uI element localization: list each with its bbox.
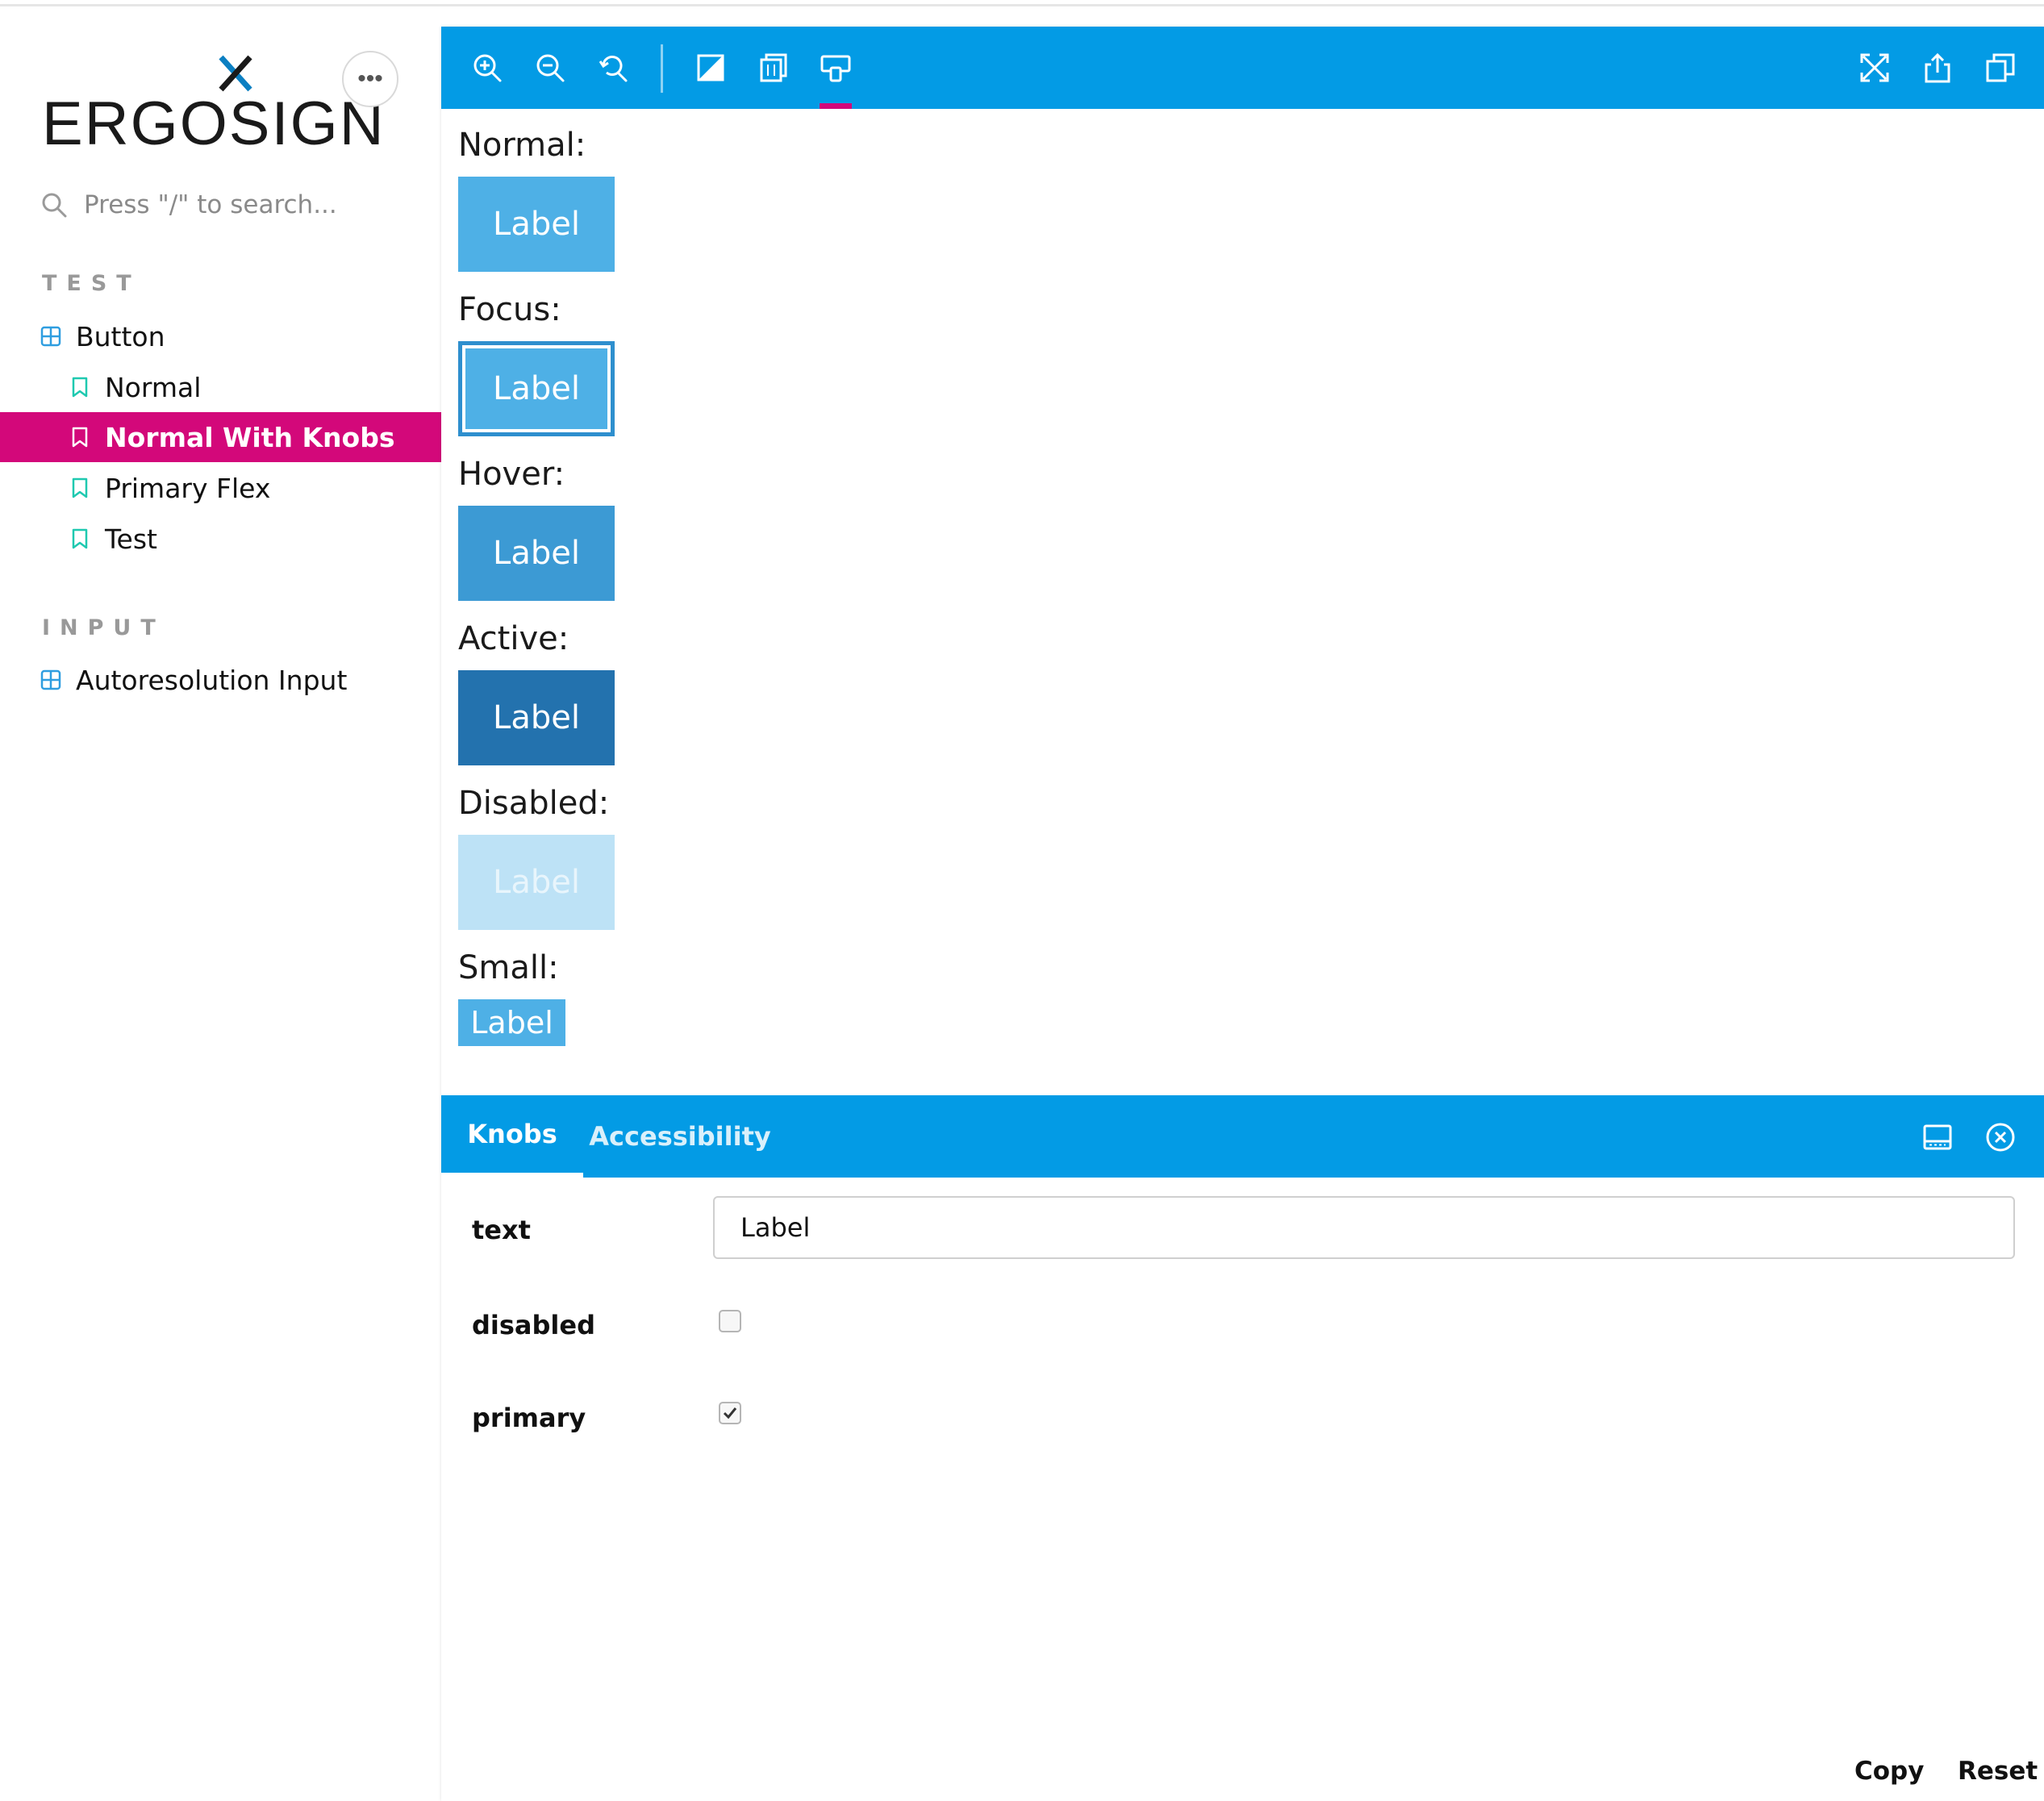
reset-zoom-icon[interactable] [597,52,629,84]
preview-toolbar [441,27,2044,109]
sidebar-item-autoresolution-input[interactable]: Autoresolution Input [0,655,441,705]
demo-button-active[interactable]: Label [458,670,615,765]
section-title-input: INPUT [42,615,165,640]
bookmark-icon [72,528,88,549]
sidebar-item-label: Button [76,320,165,352]
sidebar-item-label: Normal With Knobs [105,421,395,453]
sidebar-item-label: Normal [105,371,202,403]
window-top-border [0,0,2044,6]
demo-button-small[interactable]: Label [458,999,565,1046]
state-label-normal: Normal: [458,127,586,164]
demo-button-disabled: Label [458,835,615,930]
state-label-focus: Focus: [458,291,561,328]
close-panel-icon[interactable] [1985,1122,2016,1153]
component-grid-icon [40,669,61,690]
active-tool-indicator [820,103,852,109]
addons-tab-bar: Knobs Accessibility [441,1095,2044,1178]
demo-button-normal[interactable]: Label [458,177,615,272]
viewport-icon[interactable] [820,52,852,84]
grid-icon[interactable] [757,52,790,84]
main-panel: Normal: Label Focus: Label Hover: Label … [441,27,2044,1801]
search-bar [40,182,411,227]
state-label-hover: Hover: [458,456,565,493]
component-grid-icon [40,326,61,347]
toolbar-divider [661,44,663,93]
knob-disabled-checkbox[interactable] [719,1310,741,1332]
sidebar-item-primary-flex[interactable]: Primary Flex [0,463,441,513]
bookmark-icon [72,377,88,398]
sidebar-item-label: Test [105,523,157,555]
reset-button[interactable]: Reset [1958,1757,2038,1786]
sidebar-item-label: Primary Flex [105,472,271,504]
knob-primary-checkbox[interactable] [719,1402,741,1424]
state-label-active: Active: [458,620,569,657]
more-options-button[interactable]: ••• [342,51,398,107]
tab-accessibility[interactable]: Accessibility [583,1095,777,1178]
checkmark-icon [723,1407,737,1420]
sidebar-item-label: Autoresolution Input [76,664,348,696]
addons-panel: Knobs Accessibility text disabled primar… [441,1095,2044,1801]
tab-knobs[interactable]: Knobs [441,1095,583,1178]
storybook-app: ERGOSIGN ••• TEST Button Normal [0,0,2044,1801]
demo-button-focus[interactable]: Label [458,341,615,436]
demo-button-hover[interactable]: Label [458,506,615,601]
knob-label-disabled: disabled [472,1310,595,1340]
fullscreen-icon[interactable] [1858,52,1891,84]
knob-text-field[interactable] [713,1196,2015,1259]
zoom-in-icon[interactable] [471,52,503,84]
copy-link-icon[interactable] [1984,52,2017,84]
knob-label-primary: primary [472,1403,586,1433]
logo-wordmark: ERGOSIGN [42,90,386,158]
bookmark-icon [72,477,88,498]
section-title-test: TEST [42,271,141,296]
state-label-disabled: Disabled: [458,785,610,822]
bookmark-icon [72,427,88,448]
knob-label-text: text [472,1215,531,1245]
story-preview: Normal: Label Focus: Label Hover: Label … [441,109,2044,1095]
sidebar: ERGOSIGN ••• TEST Button Normal [0,9,441,1801]
sidebar-item-normal[interactable]: Normal [0,362,441,412]
panel-orientation-icon[interactable] [1922,1122,1953,1153]
search-icon [42,193,67,218]
sidebar-item-normal-with-knobs[interactable]: Normal With Knobs [0,412,441,462]
search-input[interactable] [82,190,408,220]
zoom-out-icon[interactable] [534,52,566,84]
background-icon[interactable] [695,52,727,84]
copy-button[interactable]: Copy [1854,1757,1924,1786]
share-icon[interactable] [1921,52,1954,84]
sidebar-item-button[interactable]: Button [0,311,441,361]
sidebar-item-test[interactable]: Test [0,514,441,564]
brand-logo[interactable]: ERGOSIGN [42,49,384,162]
state-label-small: Small: [458,949,559,986]
